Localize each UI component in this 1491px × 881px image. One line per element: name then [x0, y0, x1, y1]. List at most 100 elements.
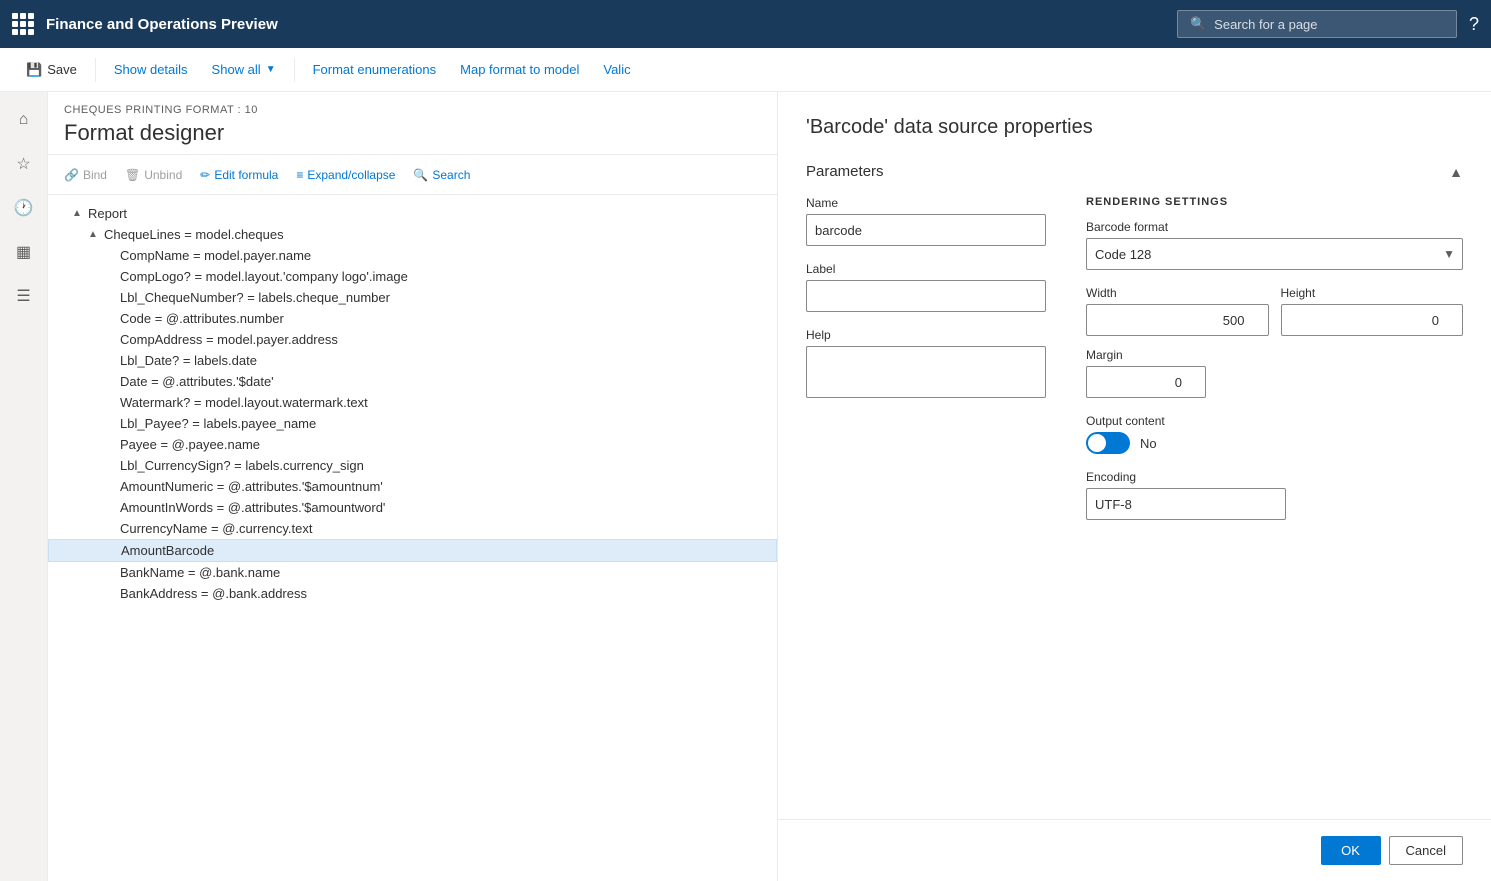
tree-item-chequelines[interactable]: ▲ ChequeLines = model.cheques	[48, 224, 777, 245]
width-height-fields: Width Height	[1086, 286, 1463, 336]
search-placeholder: Search for a page	[1214, 17, 1317, 32]
name-label: Name	[806, 196, 1046, 210]
tree-item-payee[interactable]: Payee = @.payee.name	[48, 434, 777, 455]
designer-header: CHEQUES PRINTING FORMAT : 10 Format desi…	[48, 92, 777, 155]
margin-label: Margin	[1086, 348, 1463, 362]
tree-item-watermark[interactable]: Watermark? = model.layout.watermark.text	[48, 392, 777, 413]
save-button[interactable]: 💾 Save	[16, 56, 87, 84]
map-format-to-model-label: Map format to model	[460, 62, 579, 77]
encoding-field-group: Encoding	[1086, 470, 1463, 520]
help-field-group: Help	[806, 328, 1046, 401]
cancel-button[interactable]: Cancel	[1389, 836, 1463, 865]
edit-formula-icon: ✏	[200, 168, 210, 182]
tree-item-lblpayee[interactable]: Lbl_Payee? = labels.payee_name	[48, 413, 777, 434]
tree-item-bankaddress[interactable]: BankAddress = @.bank.address	[48, 583, 777, 604]
app-grid-icon[interactable]	[12, 13, 34, 35]
unbind-icon: 🗑	[125, 168, 140, 182]
label-input[interactable]	[806, 280, 1046, 312]
save-icon: 💾	[26, 62, 42, 78]
tree-item-amountnumeric[interactable]: AmountNumeric = @.attributes.'$amountnum…	[48, 476, 777, 497]
designer-toolbar: 🔗 Bind 🗑 Unbind ✏ Edit formula ≡ Expand/…	[48, 155, 777, 195]
top-navigation: Finance and Operations Preview 🔍 Search …	[0, 0, 1491, 48]
tree-item-lblcurrencysign[interactable]: Lbl_CurrencySign? = labels.currency_sign	[48, 455, 777, 476]
output-content-field-group: Output content No	[1086, 414, 1463, 454]
right-column: RENDERING SETTINGS Barcode format Code 1…	[1086, 196, 1463, 536]
show-all-button[interactable]: Show all ▼	[202, 56, 286, 83]
app-title: Finance and Operations Preview	[46, 16, 1165, 33]
search-label: Search	[432, 168, 470, 182]
expand-collapse-icon: ≡	[296, 168, 303, 182]
designer-panel: CHEQUES PRINTING FORMAT : 10 Format desi…	[48, 92, 778, 881]
margin-field-group: Margin	[1086, 348, 1463, 398]
margin-input[interactable]	[1086, 366, 1206, 398]
barcode-format-label: Barcode format	[1086, 220, 1463, 234]
tree-item-code[interactable]: Code = @.attributes.number	[48, 308, 777, 329]
sidebar-item-list[interactable]: ☰	[4, 276, 44, 316]
barcode-format-select-wrapper: Code 128 QR Code EAN-13 EAN-8 PDF417 ▼	[1086, 238, 1463, 270]
properties-panel: 'Barcode' data source properties Paramet…	[778, 92, 1491, 819]
map-format-to-model-button[interactable]: Map format to model	[450, 56, 589, 83]
tree-item-lbldate[interactable]: Lbl_Date? = labels.date	[48, 350, 777, 371]
edit-formula-label: Edit formula	[214, 168, 278, 182]
section-title: Parameters	[806, 163, 884, 180]
help-textarea[interactable]	[806, 346, 1046, 398]
height-field-group: Height	[1281, 286, 1464, 336]
show-all-label: Show all	[212, 62, 261, 77]
width-field-group: Width	[1086, 286, 1269, 336]
barcode-format-select[interactable]: Code 128 QR Code EAN-13 EAN-8 PDF417	[1086, 238, 1463, 270]
format-enumerations-label: Format enumerations	[313, 62, 437, 77]
show-details-button[interactable]: Show details	[104, 56, 198, 83]
bind-label: Bind	[83, 168, 107, 182]
collapse-button[interactable]: ▲	[1449, 164, 1463, 180]
name-input[interactable]	[806, 214, 1046, 246]
toggle-knob	[1088, 434, 1106, 452]
output-content-value: No	[1140, 436, 1157, 451]
output-content-label: Output content	[1086, 414, 1463, 428]
save-label: Save	[47, 62, 77, 77]
edit-formula-button[interactable]: ✏ Edit formula	[192, 163, 286, 187]
output-content-toggle[interactable]	[1086, 432, 1130, 454]
toolbar-divider-2	[294, 58, 295, 82]
format-tree: ▲ Report ▲ ChequeLines = model.cheques C…	[48, 195, 777, 881]
tree-item-compaddress[interactable]: CompAddress = model.payer.address	[48, 329, 777, 350]
output-content-toggle-row: No	[1086, 432, 1463, 454]
bind-icon: 🔗	[64, 168, 79, 182]
tree-item-complogo[interactable]: CompLogo? = model.layout.'company logo'.…	[48, 266, 777, 287]
valid-button[interactable]: Valic	[593, 56, 640, 83]
global-search-bar[interactable]: 🔍 Search for a page	[1177, 10, 1457, 38]
expand-collapse-button[interactable]: ≡ Expand/collapse	[288, 163, 403, 187]
parameters-section-header: Parameters ▲	[806, 163, 1463, 180]
unbind-button[interactable]: 🗑 Unbind	[117, 163, 190, 187]
breadcrumb: CHEQUES PRINTING FORMAT : 10	[64, 104, 761, 116]
tree-item-date[interactable]: Date = @.attributes.'$date'	[48, 371, 777, 392]
tree-item-amountbarcode[interactable]: AmountBarcode	[48, 539, 777, 562]
help-icon[interactable]: ?	[1469, 14, 1479, 35]
tree-item-amountinwords[interactable]: AmountInWords = @.attributes.'$amountwor…	[48, 497, 777, 518]
height-input[interactable]	[1281, 304, 1464, 336]
tree-item-report[interactable]: ▲ Report	[48, 203, 777, 224]
help-label: Help	[806, 328, 1046, 342]
search-button[interactable]: 🔍 Search	[405, 163, 478, 187]
sidebar-item-calendar[interactable]: ▦	[4, 232, 44, 272]
ok-button[interactable]: OK	[1321, 836, 1381, 865]
properties-title: 'Barcode' data source properties	[806, 116, 1463, 139]
page-title: Format designer	[64, 120, 761, 146]
label-field-group: Label	[806, 262, 1046, 312]
tree-item-currencyname[interactable]: CurrencyName = @.currency.text	[48, 518, 777, 539]
width-input[interactable]	[1086, 304, 1269, 336]
encoding-input[interactable]	[1086, 488, 1286, 520]
properties-footer: OK Cancel	[778, 819, 1491, 881]
sidebar-item-history[interactable]: 🕐	[4, 188, 44, 228]
sidebar-item-favorites[interactable]: ☆	[4, 144, 44, 184]
sidebar-item-home[interactable]: ⌂	[4, 100, 44, 140]
tree-item-lblchequenumber[interactable]: Lbl_ChequeNumber? = labels.cheque_number	[48, 287, 777, 308]
toolbar-divider-1	[95, 58, 96, 82]
bind-button[interactable]: 🔗 Bind	[56, 163, 115, 187]
tree-item-compname[interactable]: CompName = model.payer.name	[48, 245, 777, 266]
name-field-group: Name	[806, 196, 1046, 246]
left-column: Name Label Help	[806, 196, 1046, 536]
format-enumerations-button[interactable]: Format enumerations	[303, 56, 447, 83]
tree-item-bankname[interactable]: BankName = @.bank.name	[48, 562, 777, 583]
encoding-label: Encoding	[1086, 470, 1463, 484]
left-sidebar: ⌂ ☆ 🕐 ▦ ☰	[0, 92, 48, 881]
